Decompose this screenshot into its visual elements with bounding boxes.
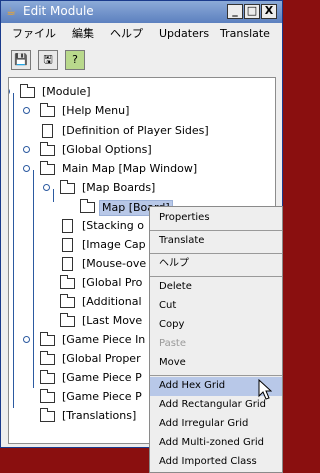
menu-item-move[interactable]: Move [150, 354, 282, 373]
expand-handle-icon[interactable] [23, 336, 30, 343]
menu-item-help[interactable]: ヘルプ [150, 255, 282, 274]
menu-updaters[interactable]: Updaters [159, 27, 209, 41]
tree-node-label: [Translations] [62, 409, 137, 422]
tree-node-label: [Additional [82, 295, 142, 308]
menu-translate[interactable]: Translate [220, 27, 270, 41]
maximize-button[interactable]: □ [244, 4, 260, 19]
tree-node-label: [Definition of Player Sides] [62, 124, 209, 137]
folder-icon [40, 142, 55, 156]
menu-item-delete[interactable]: Delete [150, 278, 282, 297]
menu-item-label: Move [159, 357, 186, 368]
menu-item-label: Translate [159, 235, 205, 246]
document-icon [42, 124, 53, 138]
expand-handle-icon[interactable] [23, 107, 30, 114]
menu-separator [150, 253, 282, 254]
menu-item-add-imported-class[interactable]: Add Imported Class [150, 453, 282, 472]
save-button[interactable]: 💾 [11, 50, 31, 70]
menu-item-properties[interactable]: Properties [150, 209, 282, 228]
folder-icon [80, 199, 95, 213]
save-as-icon: 🖫 [43, 53, 53, 66]
tree-node-label: [Last Move [82, 314, 143, 327]
tree-node-label: [Mouse-ove [82, 257, 147, 270]
menu-item-label: Copy [159, 319, 185, 330]
tree-node-label: [Stacking o [82, 219, 144, 232]
menu-item-label: ヘルプ [159, 258, 189, 269]
tree-node-label: [Map Boards] [82, 181, 156, 194]
expand-handle-icon[interactable] [9, 88, 10, 95]
close-button[interactable]: X [261, 4, 277, 19]
save-as-button[interactable]: 🖫 [38, 50, 58, 70]
menu-item-label: Paste [159, 338, 186, 349]
tree-node-label: [Game Piece In [62, 333, 146, 346]
menu-item-add-irregular-grid[interactable]: Add Irregular Grid [150, 415, 282, 434]
menu-item-add-multi-zoned-grid[interactable]: Add Multi-zoned Grid [150, 434, 282, 453]
document-icon [62, 238, 73, 252]
document-icon [62, 257, 73, 271]
folder-icon [40, 370, 55, 384]
context-menu: Properties Translate ヘルプ Delete Cut Copy… [149, 206, 283, 473]
expand-handle-icon[interactable] [43, 184, 50, 191]
tree-node-label: [Game Piece P [62, 390, 142, 403]
expand-handle-icon[interactable] [23, 165, 30, 172]
menu-help[interactable]: ヘルプ [110, 27, 143, 41]
menu-item-label: Cut [159, 300, 177, 311]
expand-handle-icon[interactable] [23, 146, 30, 153]
save-icon: 💾 [14, 53, 28, 66]
document-icon [62, 219, 73, 233]
folder-icon [60, 180, 75, 194]
title-bar[interactable]: ☕ Edit Module _ □ X [1, 1, 282, 23]
tree-node-label: [Global Proper [62, 352, 141, 365]
tree-node-label: [Image Cap [82, 238, 146, 251]
folder-icon [60, 294, 75, 308]
tree-node-label: [Global Options] [62, 143, 152, 156]
menu-item-translate[interactable]: Translate [150, 232, 282, 251]
menu-separator [150, 375, 282, 376]
folder-icon [40, 161, 55, 175]
tree-node-label: [Game Piece P [62, 371, 142, 384]
tree-node-label: [Module] [42, 85, 91, 98]
tree-node-label: Main Map [Map Window] [62, 162, 198, 175]
menu-separator [150, 276, 282, 277]
menu-item-label: Delete [159, 281, 192, 292]
tree-node-label: [Help Menu] [62, 104, 130, 117]
menu-item-label: Add Rectangular Grid [159, 399, 266, 410]
folder-icon [40, 332, 55, 346]
folder-icon [40, 408, 55, 422]
menu-item-cut[interactable]: Cut [150, 297, 282, 316]
tree-node-label: [Global Pro [82, 276, 143, 289]
menu-item-paste: Paste [150, 335, 282, 354]
java-cup-icon: ☕ [6, 5, 16, 18]
menu-edit[interactable]: 編集 [72, 27, 94, 41]
window-title: Edit Module [23, 4, 94, 18]
folder-icon [40, 389, 55, 403]
menu-item-label: Add Multi-zoned Grid [159, 437, 264, 448]
menu-item-label: Add Hex Grid [159, 380, 226, 391]
menu-item-copy[interactable]: Copy [150, 316, 282, 335]
validate-icon: ? [72, 53, 78, 66]
validate-button[interactable]: ? [65, 50, 85, 70]
folder-icon [20, 84, 35, 98]
menu-item-label: Add Irregular Grid [159, 418, 249, 429]
folder-icon [40, 103, 55, 117]
folder-icon [60, 275, 75, 289]
mouse-pointer-icon [258, 379, 272, 400]
menu-file[interactable]: ファイル [12, 27, 56, 41]
menu-bar: ファイル 編集 ヘルプ Updaters Translate [1, 23, 282, 45]
toolbar: 💾 🖫 ? [1, 45, 282, 75]
folder-icon [40, 351, 55, 365]
menu-item-label: Properties [159, 212, 210, 223]
folder-icon [60, 313, 75, 327]
menu-separator [150, 230, 282, 231]
minimize-button[interactable]: _ [227, 4, 243, 19]
menu-item-label: Add Imported Class [159, 456, 257, 467]
